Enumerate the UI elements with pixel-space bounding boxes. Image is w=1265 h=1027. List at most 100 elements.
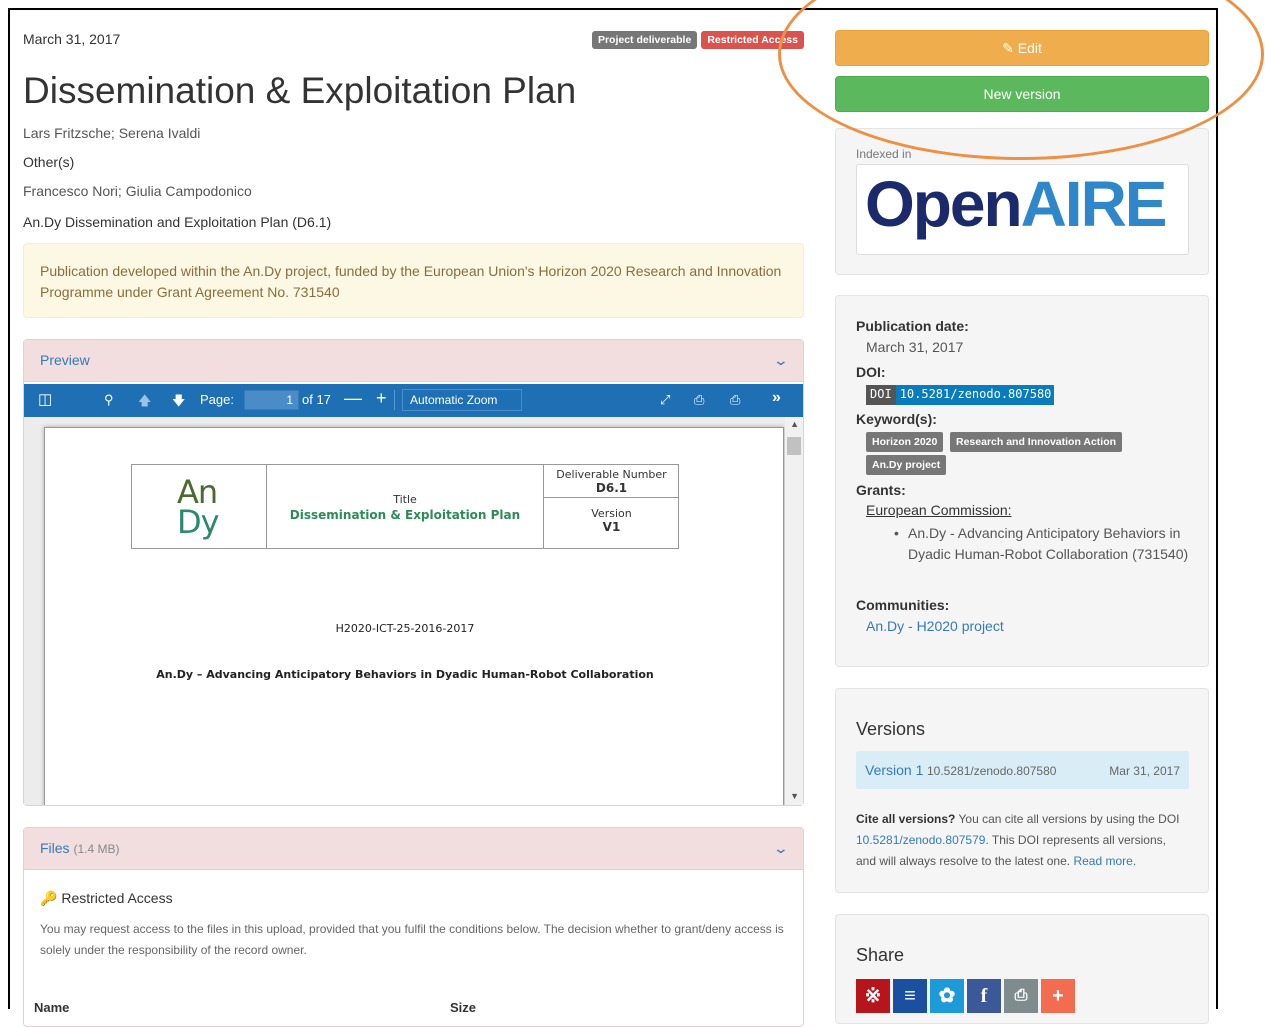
doc-header-table: An Dy Title Dissemination & Exploitation…	[131, 464, 679, 549]
scrollbar-thumb[interactable]	[787, 437, 801, 455]
viewer-scrollbar[interactable]: ▲ ▼	[785, 417, 803, 805]
mendeley-icon[interactable]: ※	[856, 979, 890, 1013]
doi-label: DOI:	[856, 364, 886, 380]
metadata-box: Publication date: March 31, 2017 DOI: DO…	[835, 295, 1209, 667]
version-doi: 10.5281/zenodo.807580	[927, 764, 1057, 778]
badge-restricted: Restricted Access	[701, 31, 804, 49]
zoom-value: Automatic Zoom	[410, 393, 498, 407]
doc-title-cell: Title Dissemination & Exploitation Plan	[267, 465, 544, 548]
scroll-up-icon[interactable]: ▲	[790, 419, 799, 429]
edit-icon: ✎	[1002, 40, 1014, 56]
community-link[interactable]: An.Dy - H2020 project	[866, 618, 1004, 634]
version-value: V1	[602, 520, 621, 534]
read-more-link[interactable]: Read more.	[1073, 854, 1136, 868]
search-icon[interactable]: ⚲	[104, 392, 114, 408]
record-badges: Project deliverable Restricted Access	[591, 31, 804, 49]
preview-heading[interactable]: Preview ⌄	[24, 340, 803, 382]
key-icon: 🔑	[40, 890, 58, 906]
doi-badge[interactable]: DOI 10.5281/zenodo.807580	[866, 385, 1054, 405]
files-panel: Files (1.4 MB) ⌄ 🔑 Restricted Access You…	[23, 827, 804, 1027]
restricted-access-title: 🔑 Restricted Access	[40, 890, 787, 907]
files-heading[interactable]: Files (1.4 MB) ⌄	[24, 828, 803, 870]
indexed-in-label: Indexed in	[856, 147, 912, 161]
openaire-logo[interactable]: OpenAIRE	[856, 164, 1189, 255]
grant-funder[interactable]: European Commission:	[866, 502, 1012, 518]
restricted-access-text: You may request access to the files in t…	[40, 922, 784, 957]
preview-heading-label: Preview	[40, 352, 90, 368]
zoom-select[interactable]: Automatic Zoom	[402, 389, 522, 411]
facebook-icon[interactable]: f	[967, 979, 1001, 1013]
badge-deliverable: Project deliverable	[591, 31, 698, 49]
record-subtitle: An.Dy Dissemination and Exploitation Pla…	[23, 214, 332, 230]
pub-date-label: Publication date:	[856, 318, 969, 334]
frame-border-right	[1216, 8, 1218, 1009]
record-date: March 31, 2017	[23, 31, 121, 47]
pdf-page: An Dy Title Dissemination & Exploitation…	[44, 427, 784, 805]
cite-text-1: You can cite all versions by using the D…	[955, 812, 1180, 826]
doc-title-value: Dissemination & Exploitation Plan	[289, 508, 521, 522]
new-version-button[interactable]: New version	[835, 76, 1209, 112]
print-icon[interactable]: ⎙	[1004, 979, 1038, 1013]
share-box: Share ※ ≡ ✿ f ⎙ +	[835, 914, 1209, 1024]
concept-doi-link[interactable]: 10.5281/zenodo.807579	[856, 833, 985, 847]
restricted-access-label: Restricted Access	[61, 890, 173, 906]
zoom-out-icon[interactable]: —	[344, 388, 362, 409]
frame-border-left	[8, 8, 10, 1009]
add-more-icon[interactable]: +	[1041, 979, 1075, 1013]
funding-notice: Publication developed within the An.Dy p…	[23, 243, 804, 318]
pdf-viewer[interactable]: An Dy Title Dissemination & Exploitation…	[24, 417, 803, 805]
others-label: Other(s)	[23, 154, 75, 170]
files-body: 🔑 Restricted Access You may request acce…	[24, 870, 803, 981]
citation-list-icon[interactable]: ≡	[893, 979, 927, 1013]
edit-label: Edit	[1017, 40, 1042, 56]
keyword-tag[interactable]: An.Dy project	[866, 455, 947, 475]
version-row[interactable]: Version 1 10.5281/zenodo.807580 Mar 31, …	[856, 751, 1189, 789]
print-icon[interactable]: ⎙	[694, 392, 704, 408]
page-count: of 17	[302, 392, 331, 407]
arrow-up-icon[interactable]: 🡅	[138, 392, 151, 414]
fullscreen-icon[interactable]: ⤢	[660, 392, 670, 408]
scroll-down-icon[interactable]: ▼	[790, 791, 799, 801]
communities-label: Communities:	[856, 597, 950, 613]
doc-meta-divider	[544, 497, 679, 498]
doc-call-code: H2020-ICT-25-2016-2017	[335, 622, 475, 635]
keyword-tag[interactable]: Horizon 2020	[866, 432, 944, 452]
record-title: Dissemination & Exploitation Plan	[23, 70, 577, 111]
share-icons: ※ ≡ ✿ f ⎙ +	[856, 979, 1075, 1013]
openaire-aire: AIRE	[1020, 168, 1168, 240]
edit-button[interactable]: ✎ Edit	[835, 30, 1209, 66]
page-number-input[interactable]: 1	[244, 390, 299, 410]
chevron-down-icon[interactable]: ⌄	[773, 840, 789, 857]
cite-bold: Cite all versions?	[856, 812, 956, 826]
more-tools-icon[interactable]: »	[772, 389, 781, 407]
arrow-down-icon[interactable]: 🡇	[172, 392, 185, 414]
col-size: Size	[450, 1000, 477, 1015]
doi-badge-prefix: DOI	[866, 385, 896, 405]
twitter-icon[interactable]: ✿	[930, 979, 964, 1013]
preview-panel: Preview ⌄ ◫ ⚲ 🡅 🡇 Page: 1 of 17 — + Auto…	[23, 339, 804, 806]
record-authors: Lars Fritzsche; Serena Ivaldi	[23, 125, 201, 141]
chevron-down-icon[interactable]: ⌄	[773, 352, 789, 369]
share-title: Share	[856, 945, 905, 965]
openaire-open: Open	[865, 168, 1023, 240]
versions-title: Versions	[856, 719, 926, 739]
record-others: Francesco Nori; Giulia Campodonico	[23, 183, 252, 199]
deliverable-label: Deliverable Number	[556, 468, 667, 481]
files-heading-label: Files	[40, 840, 70, 856]
zoom-in-icon[interactable]: +	[376, 388, 387, 409]
sidebar-toggle-icon[interactable]: ◫	[38, 390, 52, 408]
version-link[interactable]: Version 1	[865, 762, 923, 778]
andy-logo: An Dy	[132, 465, 267, 548]
andy-logo-bottom: Dy	[177, 503, 220, 541]
page-label: Page:	[200, 392, 234, 407]
grants-label: Grants:	[856, 482, 906, 498]
doc-title-label: Title	[393, 493, 417, 506]
toolbar-divider	[394, 390, 395, 410]
download-icon[interactable]: ⎙	[730, 392, 740, 408]
frame-border-top	[8, 8, 1218, 10]
grant-item: An.Dy - Advancing Anticipatory Behaviors…	[894, 523, 1198, 565]
doi-badge-value: 10.5281/zenodo.807580	[895, 385, 1054, 405]
keyword-tag[interactable]: Research and Innovation Action	[950, 432, 1123, 452]
doc-full-title: An.Dy – Advancing Anticipatory Behaviors…	[156, 668, 654, 681]
deliverable-value: D6.1	[595, 481, 628, 495]
